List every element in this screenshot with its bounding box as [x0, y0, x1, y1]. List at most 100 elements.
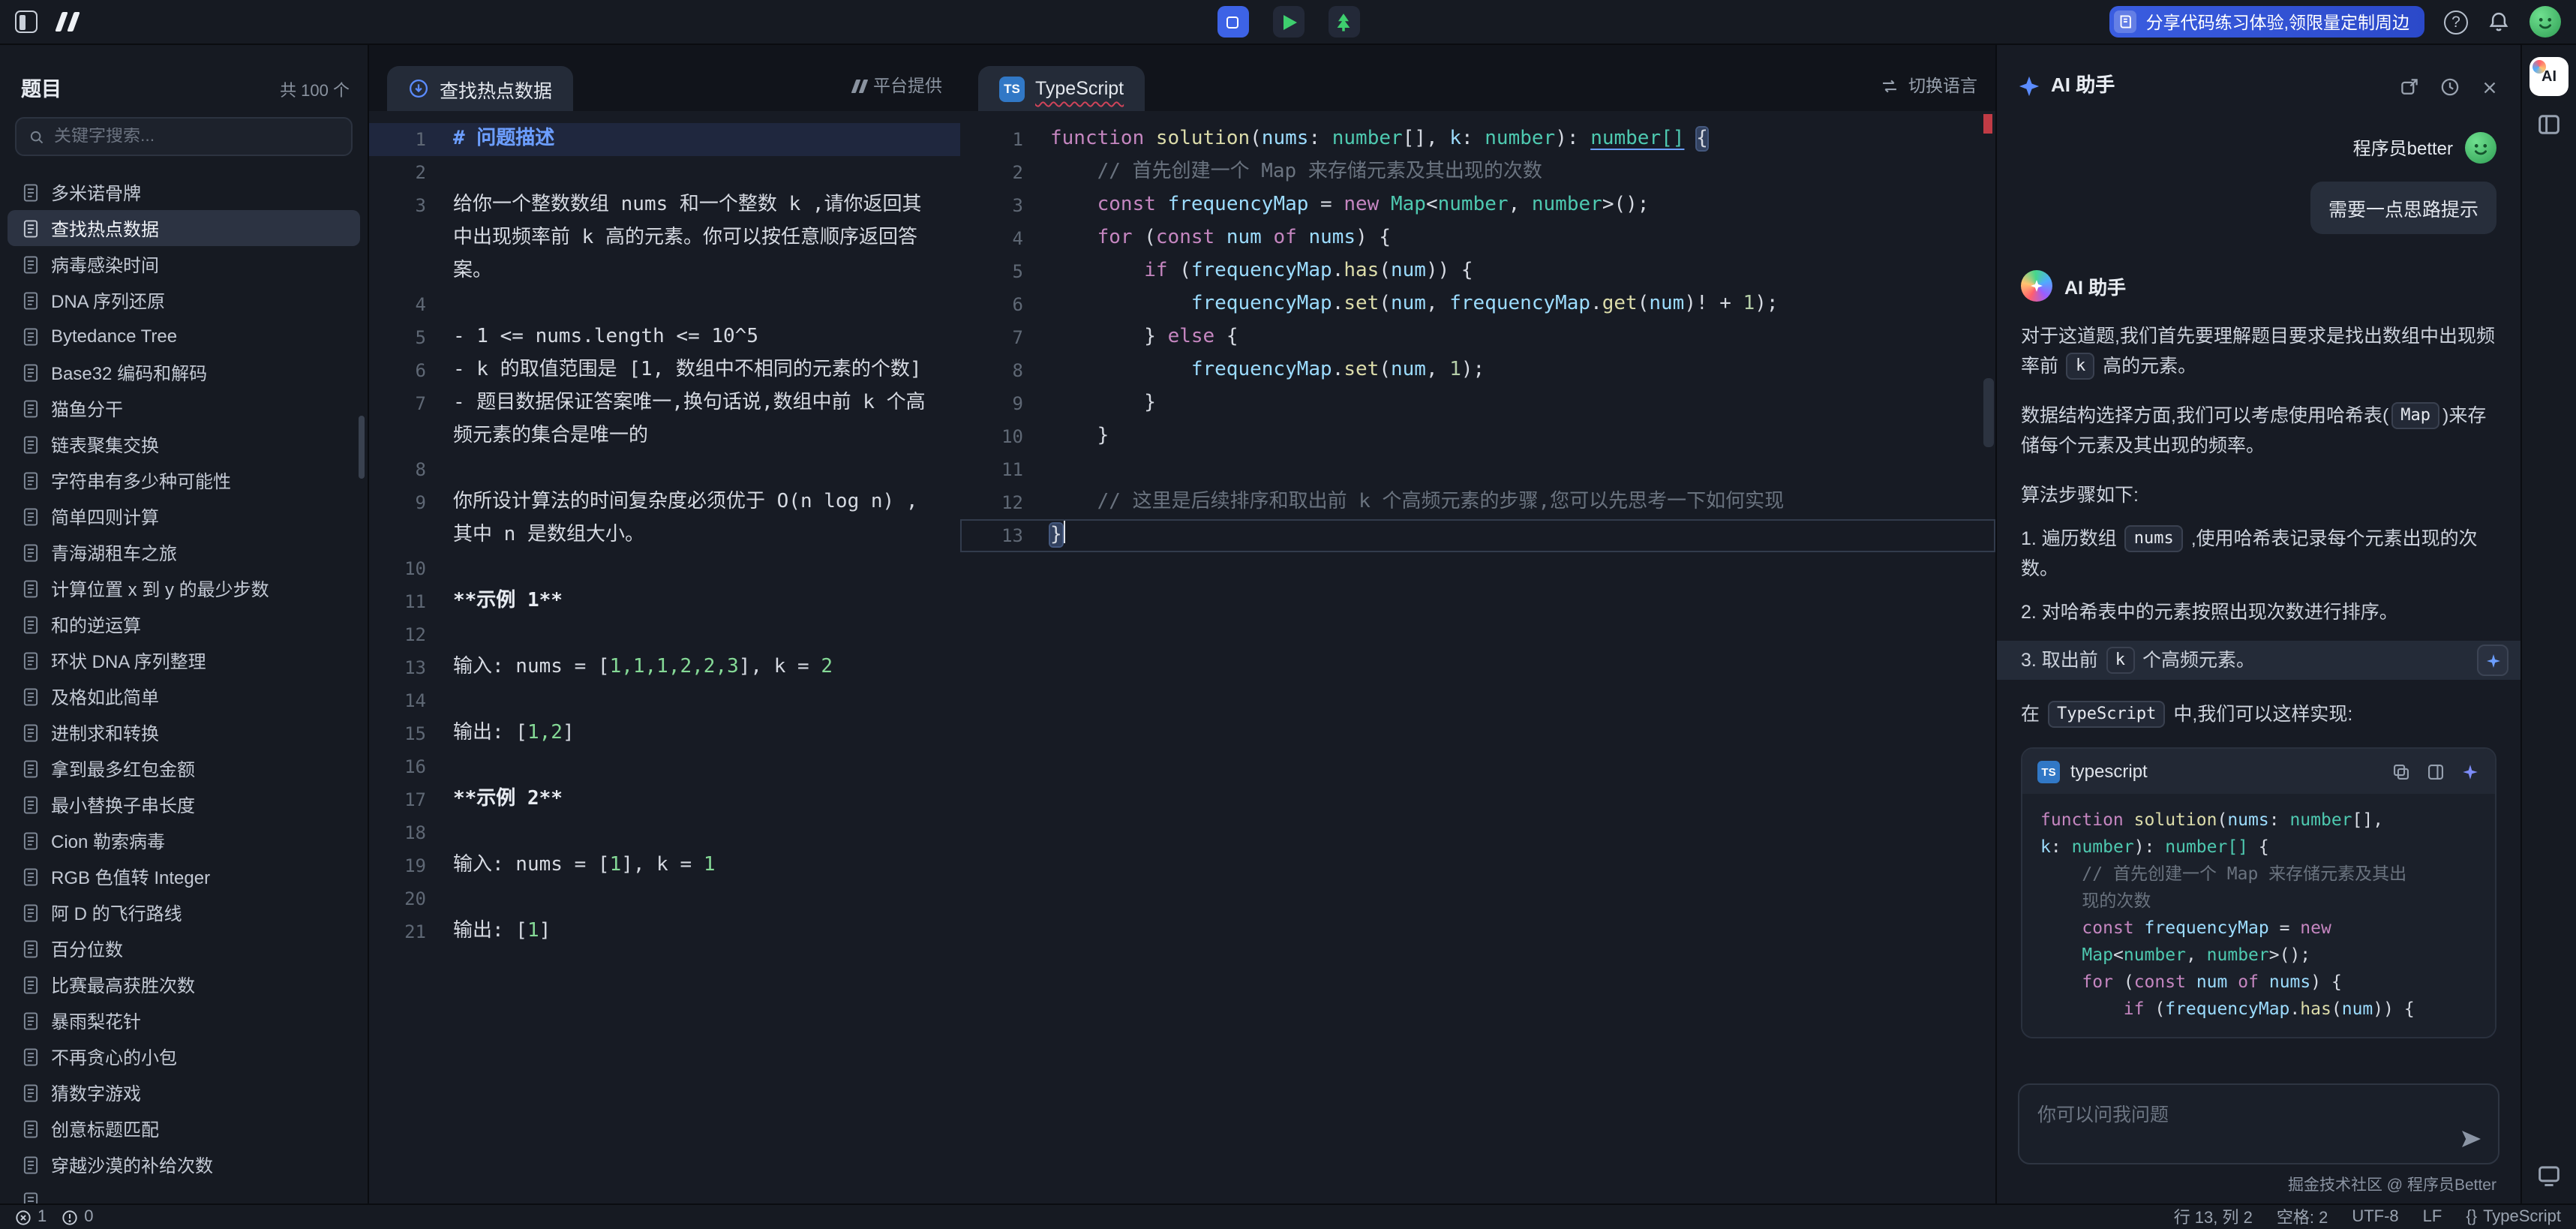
ai-logo-badge[interactable]: AI: [2529, 57, 2568, 96]
sidebar-toggle-icon[interactable]: [15, 11, 38, 33]
dock-icon[interactable]: [2535, 1161, 2562, 1188]
problem-list-item[interactable]: 进制求和转换: [8, 714, 360, 750]
problem-list-item[interactable]: 多米诺骨牌: [8, 174, 360, 210]
problem-list-item[interactable]: Cion 勒索病毒: [8, 822, 360, 858]
problem-list-item-label: 字符串有多少种可能性: [51, 467, 231, 493]
problem-list-item[interactable]: 环状 DNA 序列整理: [8, 642, 360, 678]
close-icon[interactable]: [2480, 77, 2499, 97]
code-line: 9你所设计算法的时间复杂度必须优于 O(n log n) ,其中 n 是数组大小…: [369, 486, 960, 552]
errors-counter[interactable]: 1: [15, 1208, 47, 1226]
encoding[interactable]: UTF-8: [2352, 1208, 2398, 1226]
assistant-name: AI 助手: [2064, 272, 2126, 300]
run-toolbar: [1217, 6, 1359, 38]
problem-list-item-label: Cion 勒索病毒: [51, 828, 165, 853]
code-line: 8 frequencyMap.set(num, 1);: [960, 354, 1995, 387]
problem-list-item[interactable]: 比赛最高获胜次数: [8, 966, 360, 1002]
code-line: 15输出: [1,2]: [369, 717, 960, 750]
book-icon: [2115, 11, 2137, 33]
document-icon: [21, 362, 41, 382]
problem-list-item[interactable]: 和的逆运算: [8, 606, 360, 642]
insert-hint-button[interactable]: [2477, 645, 2508, 676]
problem-content[interactable]: 1# 问题描述23给你一个整数数组 nums 和一个整数 k ,请你返回其中出现…: [369, 111, 960, 1203]
code-editor-content[interactable]: 1function solution(nums: number[], k: nu…: [960, 111, 1995, 1203]
problem-list-item[interactable]: 最小替换子串长度: [8, 786, 360, 822]
cursor-position[interactable]: 行 13, 列 2: [2174, 1205, 2253, 1229]
sidebar-scrollbar[interactable]: [359, 416, 365, 479]
promo-banner[interactable]: 分享代码练习体验,领限量定制周边: [2110, 6, 2424, 38]
insert-panel-icon[interactable]: [2426, 762, 2445, 781]
problem-list-item[interactable]: 病毒感染时间: [8, 246, 360, 282]
document-icon: [21, 470, 41, 490]
problem-list-item[interactable]: 猫鱼分干: [8, 390, 360, 426]
problem-list-item[interactable]: DNA 序列还原: [8, 282, 360, 318]
ai-question-input[interactable]: [2019, 1085, 2498, 1163]
code-line: 10: [369, 552, 960, 585]
language-mode[interactable]: {} TypeScript: [2466, 1208, 2561, 1226]
app-window: 分享代码练习体验,领限量定制周边 ? 题目 共 100 个 多米诺骨牌查找热点数…: [0, 0, 2576, 1229]
plugin-panel-icon[interactable]: [2535, 111, 2562, 138]
ai-panel-title: AI 助手: [2051, 69, 2115, 98]
line-number: 2: [369, 156, 453, 189]
indentation[interactable]: 空格: 2: [2277, 1205, 2328, 1229]
help-icon[interactable]: ?: [2444, 10, 2468, 34]
problem-list-item-label: 多米诺骨牌: [51, 179, 141, 205]
eol-indicator[interactable]: LF: [2423, 1208, 2442, 1226]
assistant-message-header: AI 助手: [2021, 270, 2496, 302]
problem-list-item-label: 阿 D 的飞行路线: [51, 900, 182, 925]
app-logo: [59, 12, 76, 32]
debug-button[interactable]: [1217, 6, 1248, 38]
run-button[interactable]: [1272, 6, 1304, 38]
problem-list-item[interactable]: 青海湖租车之旅: [8, 534, 360, 570]
problem-list-item[interactable]: 创意标题匹配: [8, 1110, 360, 1146]
editor-scrollbar[interactable]: [1983, 378, 1994, 447]
switch-language-button[interactable]: 切换语言: [1880, 74, 1977, 98]
warnings-counter[interactable]: 0: [62, 1208, 93, 1226]
problem-list-item-label: ……: [51, 1190, 87, 1203]
problem-list-item-label: 穿越沙漠的补给次数: [51, 1152, 213, 1177]
problem-list-item[interactable]: 链表聚集交换: [8, 426, 360, 462]
problem-list-item[interactable]: Bytedance Tree: [8, 318, 360, 354]
ai-code-content: function solution(nums: number[],k: numb…: [2022, 794, 2495, 1037]
document-icon: [21, 1083, 41, 1102]
text-cursor: [1064, 521, 1066, 543]
error-marker: [1983, 114, 1992, 134]
problem-list-item[interactable]: 猜数字游戏: [8, 1074, 360, 1110]
line-number: 8: [960, 354, 1050, 387]
problem-list-item[interactable]: 字符串有多少种可能性: [8, 462, 360, 498]
problem-list-item[interactable]: RGB 色值转 Integer: [8, 858, 360, 894]
problem-list-item[interactable]: 简单四则计算: [8, 498, 360, 534]
line-number: 6: [960, 288, 1050, 321]
problem-list-item[interactable]: 拿到最多红包金额: [8, 750, 360, 786]
problem-list-item[interactable]: 暴雨梨花针: [8, 1002, 360, 1038]
problem-list-item[interactable]: 不再贪心的小包: [8, 1038, 360, 1074]
problem-list-item-label: 创意标题匹配: [51, 1116, 159, 1141]
problem-list-item[interactable]: 及格如此简单: [8, 678, 360, 714]
magic-sparkle-icon[interactable]: [2460, 762, 2480, 781]
problem-list-item[interactable]: Base32 编码和解码: [8, 354, 360, 390]
user-avatar[interactable]: [2529, 6, 2561, 38]
code-line: 17**示例 2**: [369, 783, 960, 816]
submit-button[interactable]: [1328, 6, 1359, 38]
export-icon[interactable]: [2399, 77, 2420, 98]
problem-list-item[interactable]: 查找热点数据: [8, 210, 360, 246]
document-icon: [21, 434, 41, 454]
problem-list-item[interactable]: ……: [8, 1182, 360, 1203]
problem-list-item[interactable]: 穿越沙漠的补给次数: [8, 1146, 360, 1182]
promo-banner-text: 分享代码练习体验,领限量定制周边: [2146, 10, 2409, 34]
history-icon[interactable]: [2439, 77, 2460, 98]
bell-icon[interactable]: [2487, 11, 2510, 33]
search-input[interactable]: [54, 128, 339, 146]
problem-list-item[interactable]: 百分位数: [8, 930, 360, 966]
code-line: 11**示例 1**: [369, 585, 960, 618]
code-line: // 首先创建一个 Map 来存储元素及其出: [2040, 860, 2477, 887]
problem-list-item[interactable]: 计算位置 x 到 y 的最少步数: [8, 570, 360, 606]
copy-icon[interactable]: [2391, 762, 2411, 781]
tab-typescript[interactable]: TS TypeScript: [978, 66, 1145, 111]
line-number: 19: [369, 849, 453, 882]
send-icon[interactable]: [2459, 1127, 2483, 1151]
search-icon: [29, 128, 45, 145]
problem-list-item[interactable]: 阿 D 的飞行路线: [8, 894, 360, 930]
swap-arrows-icon: [1880, 76, 1899, 95]
problem-list-item-label: 暴雨梨花针: [51, 1008, 141, 1033]
tab-problem[interactable]: 查找热点数据: [387, 66, 573, 111]
